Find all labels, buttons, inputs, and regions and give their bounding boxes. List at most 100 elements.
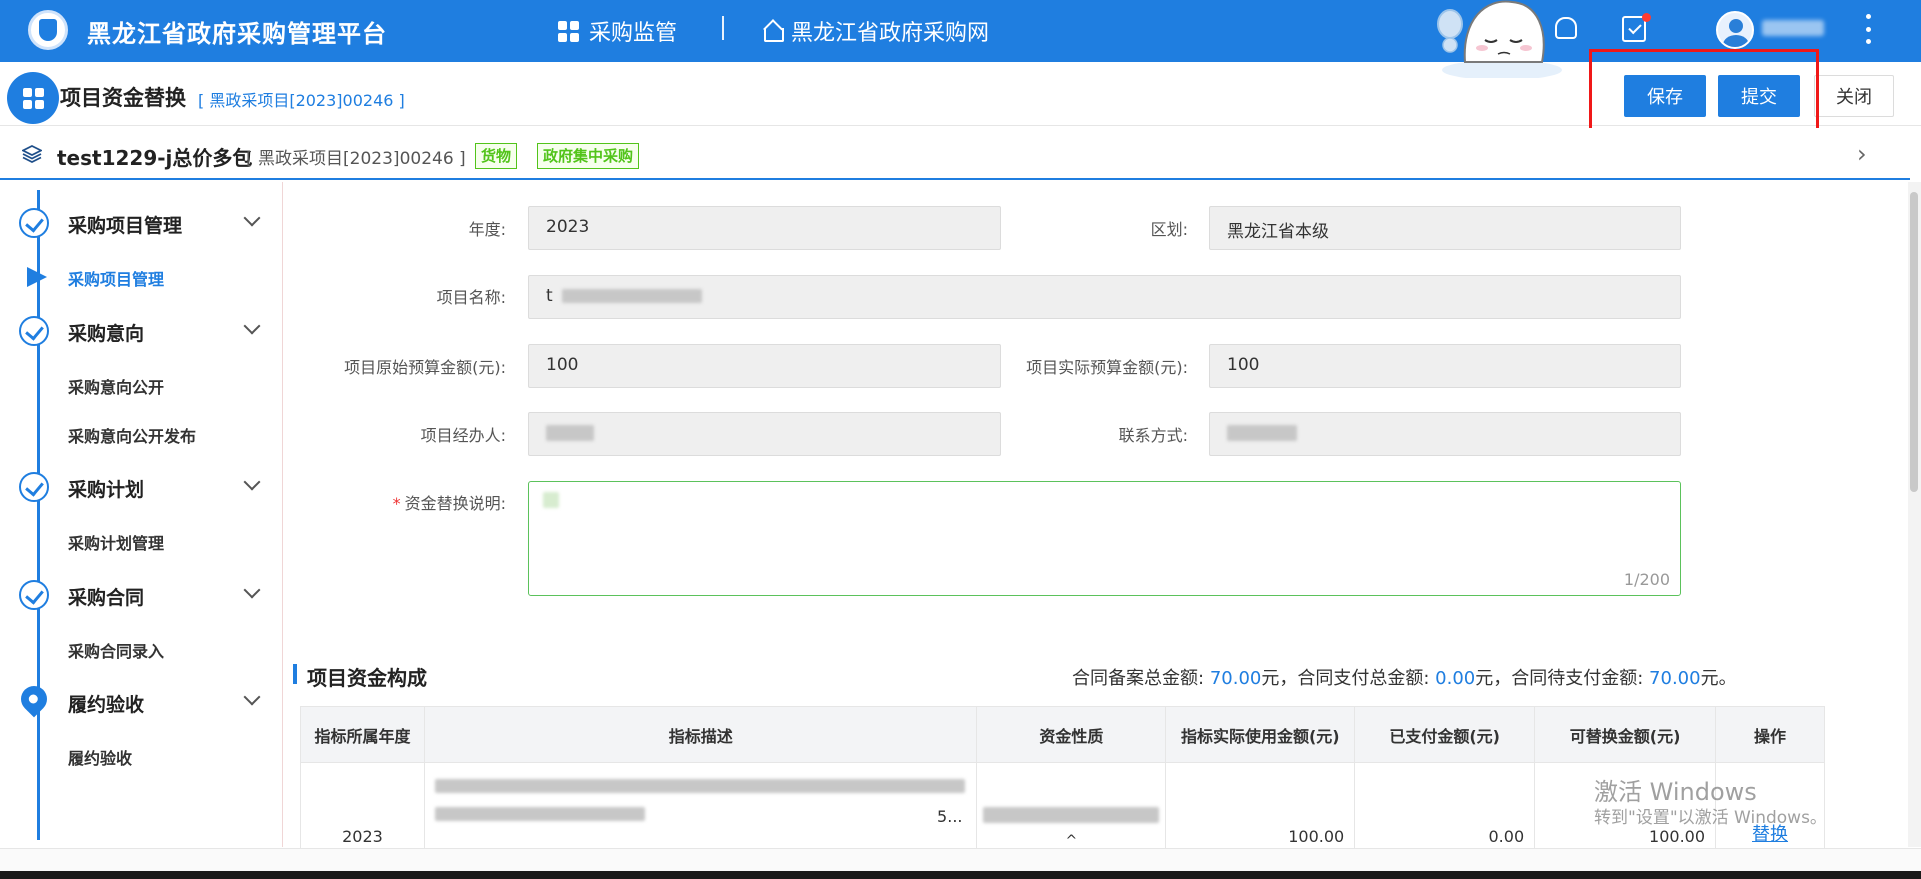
sidebar-section-plan[interactable]: 采购计划 (0, 470, 283, 506)
project-name: test1229-j总价多包 (57, 146, 253, 170)
location-pin-icon (15, 680, 53, 718)
sidebar-timeline (37, 190, 40, 840)
check-circle-icon (19, 316, 49, 346)
desc-ellipsis: 5... (937, 807, 963, 826)
year-label: 年度: (468, 220, 506, 239)
contact-field (1209, 412, 1681, 456)
col-header-replaceable: 可替换金额(元) (1534, 706, 1717, 763)
summary-suffix: 元。 (1700, 668, 1737, 689)
sidebar-section-acceptance[interactable]: 履约验收 (0, 680, 283, 721)
redacted-text (1227, 425, 1297, 441)
paid-total-label: 元，合同支付总金额: (1261, 668, 1430, 689)
col-header-year: 指标所属年度 (300, 706, 425, 763)
redacted-text (546, 425, 594, 441)
sidebar-item-project-management[interactable]: 采购项目管理 (68, 266, 164, 290)
char-count: 1/200 (1623, 570, 1670, 589)
sidebar-section-contract[interactable]: 采购合同 (0, 578, 283, 614)
manager-label: 项目经办人: (420, 426, 506, 445)
chevron-down-icon[interactable] (243, 581, 261, 599)
cell-nature: ^ (976, 762, 1167, 853)
module-icon (7, 72, 59, 124)
redacted-text (562, 289, 703, 303)
manager-field (528, 412, 1001, 456)
project-name-field: t (528, 275, 1681, 319)
col-header-used: 指标实际使用金额(元) (1165, 706, 1356, 763)
close-button[interactable]: 关闭 (1814, 75, 1894, 117)
replace-desc-textarea[interactable]: 1/200 (528, 481, 1681, 596)
chevron-down-icon[interactable] (243, 209, 261, 227)
user-avatar[interactable] (1716, 11, 1754, 49)
nav-divider (722, 16, 724, 40)
redacted-text (543, 492, 559, 508)
check-circle-icon (19, 580, 49, 610)
nav-procurement-website[interactable]: 黑龙江省政府采购网 (763, 15, 989, 47)
table-header-row: 指标所属年度 指标描述 资金性质 指标实际使用金额(元) 已支付金额(元) 可替… (300, 706, 1825, 763)
sidebar-section-label: 采购合同 (68, 587, 145, 609)
chevron-down-icon[interactable] (243, 317, 261, 335)
col-header-action: 操作 (1715, 706, 1825, 763)
fund-section-title: 项目资金构成 (307, 666, 427, 690)
cell-paid-amount: 0.00 (1354, 762, 1536, 853)
check-circle-icon (19, 208, 49, 238)
sidebar-section-project-management[interactable]: 采购项目管理 (0, 206, 283, 242)
windows-activation-hint: 转到"设置"以激活 Windows。 (1594, 808, 1827, 828)
section-accent-bar (293, 664, 297, 684)
original-budget-field: 100 (528, 344, 1001, 388)
cell-used-amount: 100.00 (1165, 762, 1356, 853)
more-menu-icon[interactable] (1866, 14, 1872, 44)
nav-label: 采购监管 (589, 21, 678, 46)
original-budget-label: 项目原始预算金额(元): (344, 358, 506, 377)
pending-value: 70.00 (1649, 668, 1701, 689)
chevron-right-icon[interactable]: › (1857, 140, 1867, 168)
cell-desc: 5... (423, 762, 978, 853)
chevron-down-icon[interactable] (243, 473, 261, 491)
sidebar-section-label: 采购意向 (68, 323, 145, 345)
fund-summary: 合同备案总金额: 70.00元，合同支付总金额: 0.00元，合同待支付金额: … (1072, 664, 1737, 690)
sidebar-item-plan-management[interactable]: 采购计划管理 (68, 530, 164, 554)
redacted-text (434, 807, 645, 821)
sidebar-section-label: 采购计划 (68, 479, 145, 501)
mascot-illustration (1437, 0, 1562, 78)
required-asterisk: * (392, 494, 401, 513)
taskbar-edge (0, 871, 1921, 879)
check-circle-icon (19, 472, 49, 502)
username-redacted[interactable] (1762, 20, 1824, 36)
contract-total-value: 70.00 (1209, 668, 1262, 689)
bottom-strip (0, 848, 1921, 879)
tag-centralized-procurement: 政府集中采购 (537, 143, 640, 169)
sidebar: 采购项目管理 采购项目管理 采购意向 采购意向公开 采购意向公开发布 采购计划 … (0, 182, 283, 847)
project-name-label: 项目名称: (436, 288, 506, 307)
replace-desc-label: * 资金替换说明: (346, 490, 506, 514)
windows-activation-watermark: 激活 Windows (1594, 778, 1757, 806)
year-field: 2023 (528, 206, 1001, 250)
grid-icon (558, 20, 579, 42)
sidebar-item-intention-publish[interactable]: 采购意向公开发布 (68, 423, 196, 447)
notification-dot (1642, 13, 1651, 22)
vertical-scrollbar[interactable] (1908, 182, 1921, 847)
project-info-strip: test1229-j总价多包 [ 黑政采项目[2023]00246 ] 货物 政… (0, 128, 1910, 180)
sidebar-item-acceptance[interactable]: 履约验收 (68, 745, 132, 769)
nav-purchase-supervision[interactable]: 采购监管 (558, 15, 677, 47)
caret-up-icon[interactable]: ^ (1065, 833, 1077, 849)
col-header-desc: 指标描述 (423, 706, 978, 763)
app-title: 黑龙江省政府采购管理平台 (87, 20, 387, 48)
actual-budget-label: 项目实际预算金额(元): (1026, 358, 1188, 377)
sidebar-section-label: 采购项目管理 (68, 215, 183, 237)
sidebar-section-intention[interactable]: 采购意向 (0, 314, 283, 350)
redacted-text (434, 779, 965, 793)
sidebar-item-contract-entry[interactable]: 采购合同录入 (68, 638, 164, 662)
submit-button[interactable]: 提交 (1718, 75, 1800, 117)
page-title: 项目资金替换 (60, 86, 186, 110)
region-label: 区划: (1150, 220, 1188, 239)
tag-goods: 货物 (475, 143, 518, 169)
redacted-text (983, 807, 1160, 823)
nav-label: 黑龙江省政府采购网 (791, 21, 990, 46)
save-button[interactable]: 保存 (1624, 75, 1706, 117)
page-project-code: [ 黑政采项目[2023]00246 ] (198, 91, 405, 110)
active-arrow-icon (27, 267, 47, 287)
pending-label: 元，合同待支付金额: (1475, 668, 1644, 689)
cell-year: 2023 (300, 762, 425, 853)
sidebar-item-intention-public[interactable]: 采购意向公开 (68, 374, 164, 398)
chevron-down-icon[interactable] (243, 688, 261, 706)
scrollbar-thumb[interactable] (1910, 192, 1918, 492)
